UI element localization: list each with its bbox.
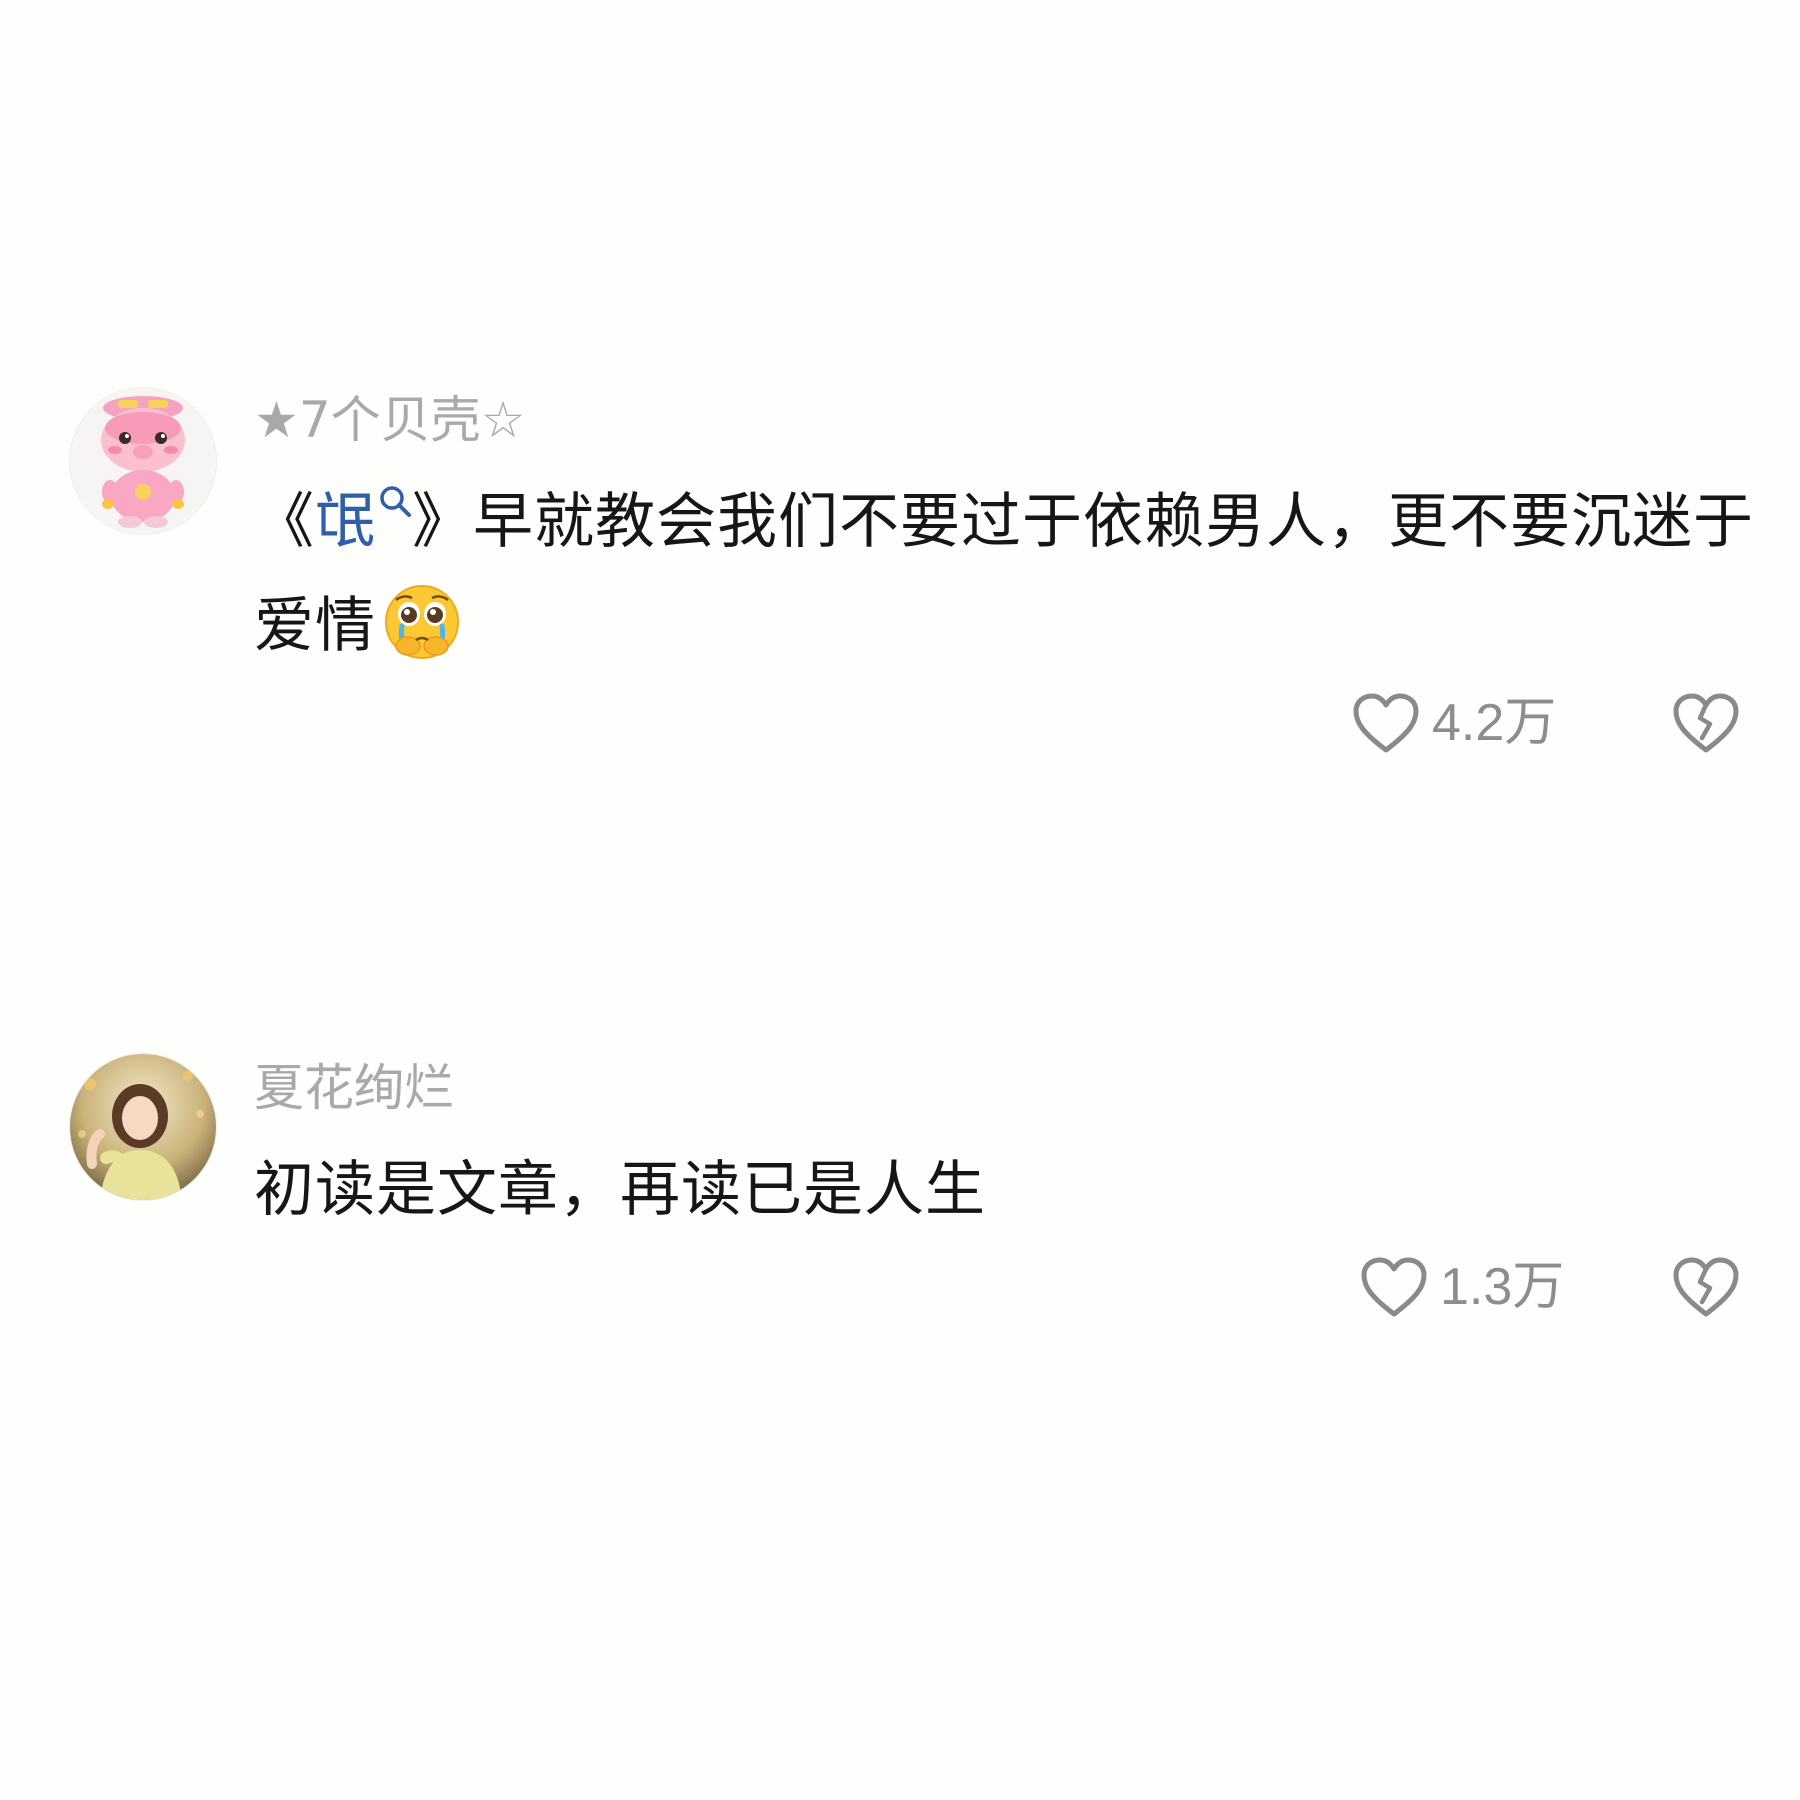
like-count: 1.3万 bbox=[1440, 1258, 1565, 1316]
comment-text: 《氓 》早就教会我们不要过于依赖男人，更不要沉迷于爱情 bbox=[254, 470, 1754, 678]
comment-text-part: 《 bbox=[254, 487, 315, 557]
comment-username[interactable]: 夏花绚烂 bbox=[254, 1058, 454, 1118]
search-link-word[interactable]: 氓 bbox=[315, 486, 412, 557]
avatar[interactable] bbox=[70, 1054, 216, 1200]
comment-actions: 4.2万 bbox=[0, 686, 1800, 766]
broken-heart-icon bbox=[1673, 693, 1739, 753]
avatar[interactable] bbox=[70, 388, 216, 534]
search-link-label: 氓 bbox=[315, 487, 376, 557]
comment-text: 初读是文章，再读已是人生 bbox=[254, 1155, 986, 1225]
like-button[interactable]: 1.3万 bbox=[1360, 1256, 1564, 1318]
pleading-crying-face-icon bbox=[385, 585, 459, 659]
dislike-button[interactable] bbox=[1672, 692, 1740, 758]
heart-icon bbox=[1353, 693, 1419, 753]
girl-photo-avatar-icon bbox=[70, 1054, 216, 1200]
comment-actions: 1.3万 bbox=[0, 1250, 1800, 1330]
dislike-button[interactable] bbox=[1672, 1256, 1740, 1322]
like-button[interactable]: 4.2万 bbox=[1352, 692, 1556, 754]
heart-icon bbox=[1361, 1257, 1427, 1317]
pink-pig-avatar-icon bbox=[70, 388, 216, 534]
comment-username[interactable]: ★7个贝壳☆ bbox=[254, 390, 525, 450]
like-count: 4.2万 bbox=[1432, 694, 1557, 752]
broken-heart-icon bbox=[1673, 1257, 1739, 1317]
search-icon bbox=[380, 486, 411, 517]
comment-text-part: 》早就教会我们不要过于依赖男人，更不要沉迷于爱情 bbox=[254, 487, 1754, 661]
